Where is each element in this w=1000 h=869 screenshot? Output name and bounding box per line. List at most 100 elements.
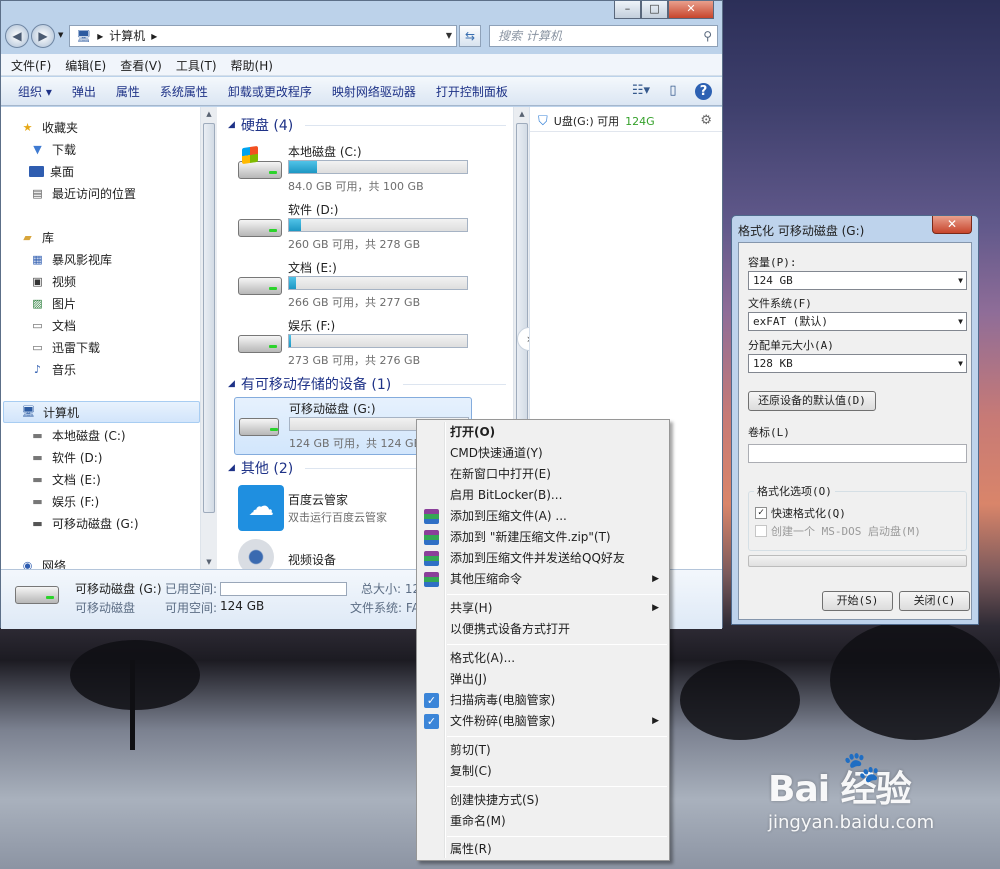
menu-separator	[447, 736, 667, 737]
nav-documents[interactable]: ▭ 文档	[29, 317, 76, 334]
shield-icon: ⛉	[538, 113, 548, 129]
open-control-panel-button[interactable]: 打开控制面板	[427, 83, 517, 100]
nav-drive-f[interactable]: ▬ 娱乐 (F:)	[29, 493, 99, 510]
nav-videos[interactable]: ▣ 视频	[29, 273, 76, 290]
refresh-button[interactable]: ⇆	[459, 25, 481, 47]
nav-computer[interactable]: 🖥 计算机	[3, 401, 200, 423]
menu-item-add-zip[interactable]: 添加到 "新建压缩文件.zip"(T)	[419, 527, 667, 548]
address-bar[interactable]: 🖥 ▸ 计算机 ▸ ▼	[69, 25, 457, 47]
usage-bar	[288, 218, 468, 232]
nav-desktop[interactable]: 桌面	[29, 163, 74, 180]
menu-item-properties[interactable]: 属性(R)	[419, 839, 667, 860]
scroll-up-icon[interactable]: ▲	[514, 107, 530, 121]
menu-item-scan-virus[interactable]: ✓ 扫描病毒(电脑管家)	[419, 690, 667, 711]
recent-pages-icon[interactable]: ▼	[58, 31, 63, 39]
scroll-up-icon[interactable]: ▲	[201, 107, 217, 121]
group-hard-disks[interactable]: ◢ 硬盘 (4)	[228, 115, 506, 135]
menu-item-copy[interactable]: 复制(C)	[419, 761, 667, 782]
search-input[interactable]: 搜索 计算机 ⚲	[489, 25, 718, 47]
close-icon[interactable]: ✕	[932, 216, 972, 234]
nav-drive-d[interactable]: ▬ 软件 (D:)	[29, 449, 102, 466]
quick-format-checkbox[interactable]: ✓ 快速格式化(Q)	[755, 505, 846, 521]
nav-drive-g[interactable]: ▬ 可移动磁盘 (G:)	[29, 515, 138, 532]
chevron-down-icon: ▼	[958, 359, 963, 368]
breadcrumb-computer[interactable]: 计算机	[109, 26, 145, 46]
nav-favorites[interactable]: ★ 收藏夹	[19, 119, 78, 136]
drive-name: 娱乐 (F:)	[288, 319, 336, 333]
maximize-button[interactable]: □	[641, 1, 668, 19]
menu-item-add-archive[interactable]: 添加到压缩文件(A) ...	[419, 506, 667, 527]
menu-item-open[interactable]: 打开(O)	[419, 422, 667, 443]
drive-name: 可移动磁盘 (G:)	[289, 402, 376, 416]
nav-music[interactable]: ♪ 音乐	[29, 361, 76, 378]
drive-size: 260 GB 可用，共 278 GB	[288, 238, 421, 251]
menu-tools[interactable]: 工具(T)	[169, 54, 224, 75]
menu-file[interactable]: 文件(F)	[4, 54, 58, 75]
menu-item-create-shortcut[interactable]: 创建快捷方式(S)	[419, 790, 667, 811]
menu-item-eject[interactable]: 弹出(J)	[419, 669, 667, 690]
scrollbar-thumb[interactable]	[203, 123, 215, 513]
menu-item-portable-device[interactable]: 以便携式设备方式打开	[419, 619, 667, 640]
drive-c-tile[interactable]: 本地磁盘 (C:) 84.0 GB 可用，共 100 GB	[234, 141, 494, 199]
nav-libraries[interactable]: ▰ 库	[19, 229, 54, 246]
drive-icon	[238, 213, 282, 241]
close-button[interactable]: ✕	[668, 1, 714, 19]
start-button[interactable]: 开始(S)	[822, 591, 893, 611]
menu-item-bitlocker[interactable]: 启用 BitLocker(B)...	[419, 485, 667, 506]
music-icon: ♪	[33, 362, 42, 376]
volume-label-input[interactable]	[748, 444, 967, 463]
nav-downloads[interactable]: ▼ 下载	[29, 141, 76, 158]
chevron-down-icon[interactable]: ▼	[446, 26, 452, 46]
menu-item-other-compress[interactable]: 其他压缩命令 ▶	[419, 569, 667, 590]
shield-icon: ✓	[424, 693, 439, 708]
drive-name: 文档 (E:)	[288, 261, 337, 275]
back-button[interactable]: ◀	[5, 24, 29, 48]
winrar-icon	[424, 551, 439, 566]
nav-xunlei-downloads[interactable]: ▭ 迅雷下载	[29, 339, 100, 356]
collapse-icon: ◢	[228, 379, 235, 389]
filesystem-select[interactable]: exFAT (默认) ▼	[748, 312, 967, 331]
group-removable[interactable]: ◢ 有可移动存储的设备 (1)	[228, 374, 506, 394]
menu-view[interactable]: 查看(V)	[113, 54, 169, 75]
menu-item-open-new-window[interactable]: 在新窗口中打开(E)	[419, 464, 667, 485]
menu-item-add-send-qq[interactable]: 添加到压缩文件并发送给QQ好友	[419, 548, 667, 569]
nav-scrollbar[interactable]: ▲ ▼	[200, 107, 217, 569]
gear-icon[interactable]: ⚙	[700, 113, 712, 128]
menu-item-cmd[interactable]: CMD快速通道(Y)	[419, 443, 667, 464]
menu-item-cut[interactable]: 剪切(T)	[419, 740, 667, 761]
nav-drive-c[interactable]: ▬ 本地磁盘 (C:)	[29, 427, 125, 444]
recent-places-icon: ▤	[32, 186, 43, 200]
forward-button[interactable]: ▶	[31, 24, 55, 48]
system-properties-button[interactable]: 系统属性	[151, 83, 217, 100]
properties-button[interactable]: 属性	[107, 83, 149, 100]
item-name: 视频设备	[288, 553, 337, 567]
allocation-select[interactable]: 128 KB ▼	[748, 354, 967, 373]
close-dialog-button[interactable]: 关闭(C)	[899, 591, 970, 611]
drive-f-tile[interactable]: 娱乐 (F:) 273 GB 可用，共 276 GB	[234, 315, 494, 373]
capacity-select[interactable]: 124 GB ▼	[748, 271, 967, 290]
preview-pane-icon[interactable]: ▯	[663, 81, 683, 101]
organize-button[interactable]: 组织 ▾	[9, 83, 61, 100]
drive-e-tile[interactable]: 文档 (E:) 266 GB 可用，共 277 GB	[234, 257, 494, 315]
eject-button[interactable]: 弹出	[63, 83, 105, 100]
menu-item-rename[interactable]: 重命名(M)	[419, 811, 667, 832]
winrar-icon	[424, 530, 439, 545]
view-options-icon[interactable]: ☷▾	[631, 81, 651, 101]
menu-help[interactable]: 帮助(H)	[224, 54, 280, 75]
menu-item-shred-file[interactable]: ✓ 文件粉碎(电脑管家) ▶	[419, 711, 667, 732]
drive-d-tile[interactable]: 软件 (D:) 260 GB 可用，共 278 GB	[234, 199, 494, 257]
menu-item-format[interactable]: 格式化(A)...	[419, 648, 667, 669]
restore-defaults-button[interactable]: 还原设备的默认值(D)	[748, 391, 876, 411]
map-network-drive-button[interactable]: 映射网络驱动器	[323, 83, 425, 100]
drive-size: 124 GB 可用，共 124 GB	[289, 437, 422, 450]
nav-baofeng-library[interactable]: ▦ 暴风影视库	[29, 251, 112, 268]
nav-drive-e[interactable]: ▬ 文档 (E:)	[29, 471, 101, 488]
minimize-button[interactable]: –	[614, 1, 641, 19]
uninstall-programs-button[interactable]: 卸载或更改程序	[219, 83, 321, 100]
scroll-down-icon[interactable]: ▼	[201, 555, 217, 569]
menu-item-share[interactable]: 共享(H) ▶	[419, 598, 667, 619]
help-icon[interactable]: ?	[695, 82, 712, 100]
nav-pictures[interactable]: ▨ 图片	[29, 295, 76, 312]
nav-recent-places[interactable]: ▤ 最近访问的位置	[29, 185, 136, 202]
menu-edit[interactable]: 编辑(E)	[58, 54, 113, 75]
